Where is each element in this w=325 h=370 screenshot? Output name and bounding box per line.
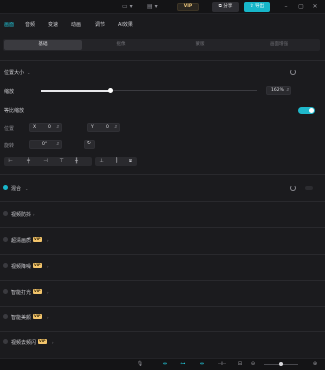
vip-tag: VIP (33, 289, 42, 294)
super-resolution-checkbox[interactable] (3, 237, 8, 242)
uniform-scale-toggle[interactable] (298, 107, 315, 114)
divider (0, 174, 325, 175)
close-icon[interactable]: ✕ (311, 3, 319, 11)
rotate-label: 旋转 (4, 143, 15, 149)
divider (0, 60, 325, 61)
split-icon[interactable]: ⊣⊢ (217, 361, 227, 368)
align-bottom-icon[interactable]: ⊥ (98, 158, 105, 165)
rotate-icon: ↻ (87, 141, 91, 146)
share-button[interactable]: ⧉ 分享 (212, 2, 239, 12)
toggle-knob (309, 108, 314, 113)
divider (0, 306, 325, 307)
scale-label: 缩放 (4, 89, 15, 95)
scale-value: 162% (271, 88, 284, 93)
layout-icon[interactable]: ▭ ▾ (122, 3, 133, 11)
divider (0, 227, 325, 228)
subtab-cutout[interactable]: 抠像 (82, 40, 160, 50)
preview-axis-icon[interactable]: ⊟ (235, 361, 245, 368)
main-track-magnet-icon[interactable]: ⇹ (160, 361, 170, 368)
zoom-in-icon[interactable]: ⊕ (311, 361, 319, 368)
position-x-axis: X (33, 125, 37, 130)
section-deflicker-label[interactable]: 视频去频闪 (11, 339, 36, 346)
subtab-basic[interactable]: 基础 (4, 40, 82, 50)
chevron-down-icon[interactable]: ⌄ (25, 186, 28, 191)
subtab-enhance[interactable]: 画面增强 (240, 40, 318, 50)
property-nav: 画面 音频 变速 动画 调节 AI效果 (0, 14, 325, 38)
divider (0, 280, 325, 281)
linkage-icon[interactable]: ⇹ (197, 361, 207, 368)
tab-animation[interactable]: 动画 (71, 21, 81, 28)
divider (0, 201, 325, 202)
minimize-icon[interactable]: – (282, 3, 290, 11)
vip-tag: VIP (33, 314, 42, 319)
zoom-out-icon[interactable]: ⊖ (249, 361, 257, 368)
reset-icon[interactable] (290, 185, 296, 191)
tab-speed[interactable]: 变速 (48, 21, 58, 28)
export-label: 导出 (255, 4, 265, 9)
share-label: 分享 (223, 4, 233, 9)
export-button[interactable]: ⇪ 导出 (244, 2, 270, 12)
chevron-right-icon[interactable]: › (33, 212, 35, 217)
chevron-right-icon[interactable]: › (47, 238, 49, 243)
tab-picture[interactable]: 画面 (4, 21, 14, 28)
scale-slider-fill (41, 89, 110, 92)
section-beauty-label[interactable]: 智能美颜 (11, 314, 31, 321)
distribute-h-icon[interactable]: ⫿ (113, 158, 120, 165)
align-left-icon[interactable]: ⊢ (7, 158, 14, 165)
microphone-icon[interactable]: 🎙 (136, 361, 144, 368)
stepper-icon[interactable]: ⇵ (114, 124, 117, 129)
zoom-slider-handle[interactable] (279, 362, 283, 366)
top-toolbar (0, 0, 325, 14)
position-y-value: 0 (106, 125, 109, 130)
chevron-right-icon[interactable]: › (47, 315, 49, 320)
scale-slider-handle[interactable] (108, 88, 113, 93)
beauty-checkbox[interactable] (3, 314, 8, 319)
chevron-down-icon[interactable]: ⌄ (27, 70, 30, 75)
align-center-h-icon[interactable]: ╪ (25, 158, 32, 165)
chevron-right-icon[interactable]: › (52, 340, 54, 345)
section-stabilize-label[interactable]: 视频防抖 (11, 211, 31, 218)
smart-lighting-checkbox[interactable] (3, 289, 8, 294)
grid-icon[interactable]: ▤ ▾ (147, 3, 158, 11)
position-label: 位置 (4, 126, 15, 132)
deflicker-checkbox[interactable] (3, 339, 8, 344)
sub-tabs: 基础 抠像 蒙版 画面增强 (3, 39, 320, 51)
auto-snap-icon[interactable]: ⊶ (178, 361, 188, 368)
stepper-icon[interactable]: ⇵ (56, 124, 59, 129)
rotate-value: 0° (42, 142, 48, 147)
maximize-icon[interactable]: ▢ (297, 3, 305, 11)
vip-tag: VIP (33, 237, 42, 242)
tab-adjust[interactable]: 调节 (95, 21, 105, 28)
position-x-value: 0 (48, 125, 51, 130)
section-super-resolution-label[interactable]: 超清画质 (11, 237, 31, 244)
chevron-right-icon[interactable]: › (47, 290, 49, 295)
section-smart-lighting-label[interactable]: 智能打光 (11, 289, 31, 296)
reset-icon[interactable] (290, 69, 296, 75)
divider (0, 254, 325, 255)
tab-audio[interactable]: 音频 (25, 21, 35, 28)
align-middle-v-icon[interactable]: ╫ (73, 158, 80, 165)
divider (0, 331, 325, 332)
align-right-icon[interactable]: ⊣ (42, 158, 49, 165)
vip-tag: VIP (33, 263, 42, 268)
subtab-mask[interactable]: 蒙版 (161, 40, 239, 50)
section-blend-label[interactable]: 混合 (11, 185, 21, 192)
tab-ai-effects[interactable]: AI效果 (118, 21, 133, 28)
distribute-v-icon[interactable]: ⧈ (127, 158, 134, 165)
stabilize-checkbox[interactable] (3, 211, 8, 216)
stepper-icon[interactable]: ⇵ (56, 141, 59, 146)
keyframe-icon[interactable] (305, 186, 313, 190)
vip-tag: VIP (38, 339, 47, 344)
section-title-transform[interactable]: 位置大小 (4, 69, 24, 76)
stepper-icon[interactable]: ⇵ (286, 87, 289, 92)
align-top-icon[interactable]: ⊤ (58, 158, 65, 165)
uniform-scale-label: 等比缩放 (4, 108, 25, 114)
blend-checkbox[interactable] (3, 185, 8, 190)
position-y-axis: Y (91, 125, 94, 130)
denoise-checkbox[interactable] (3, 263, 8, 268)
vip-badge[interactable]: VIP (177, 3, 199, 11)
section-denoise-label[interactable]: 视频降噪 (11, 263, 31, 270)
chevron-right-icon[interactable]: › (47, 264, 49, 269)
